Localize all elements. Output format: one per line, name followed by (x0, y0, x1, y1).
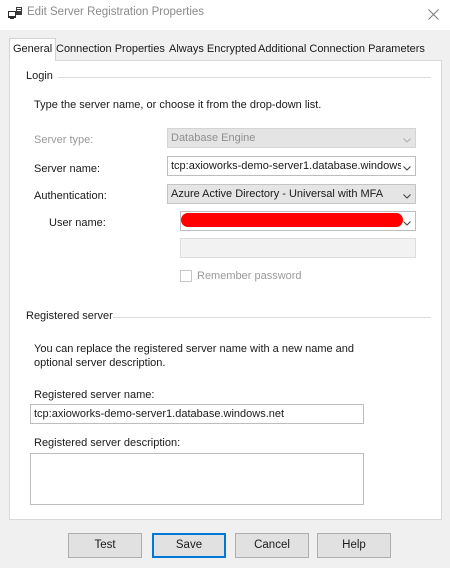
registered-group-title: Registered server (26, 310, 113, 322)
server-type-label: Server type: (34, 134, 94, 146)
chevron-down-icon (402, 133, 412, 143)
tab-always-encrypted[interactable]: Always Encrypted (168, 40, 257, 60)
tab-general[interactable]: General (9, 38, 57, 61)
server-type-combo[interactable]: Database Engine (167, 128, 416, 148)
login-instructions: Type the server name, or choose it from … (34, 99, 322, 111)
title-bar: Edit Server Registration Properties (0, 0, 450, 30)
tab-additional-connection-parameters[interactable]: Additional Connection Parameters (257, 40, 426, 60)
server-name-value: tcp:axioworks-demo-server1.database.wind… (171, 160, 401, 172)
chevron-down-icon (402, 161, 412, 171)
registered-description-input[interactable] (30, 453, 364, 505)
user-name-label: User name: (49, 217, 106, 229)
test-button[interactable]: Test (68, 533, 142, 558)
redacted-user-name (181, 213, 403, 227)
registered-group-divider (113, 317, 431, 318)
server-name-combo[interactable]: tcp:axioworks-demo-server1.database.wind… (167, 156, 416, 176)
server-type-value: Database Engine (171, 132, 256, 144)
registered-instructions-line2: optional server description. (34, 357, 166, 369)
remember-password-label: Remember password (197, 270, 302, 282)
save-button[interactable]: Save (152, 533, 226, 558)
cancel-button[interactable]: Cancel (235, 533, 309, 558)
chevron-down-icon (402, 189, 412, 199)
registered-name-input[interactable]: tcp:axioworks-demo-server1.database.wind… (30, 404, 364, 424)
authentication-label: Authentication: (34, 190, 107, 202)
server-name-label: Server name: (34, 163, 101, 175)
chevron-down-icon (402, 216, 412, 226)
registered-instructions-line1: You can replace the registered server na… (34, 343, 355, 355)
registered-name-label: Registered server name: (34, 389, 155, 401)
tab-connection-properties[interactable]: Connection Properties (55, 40, 166, 60)
password-field[interactable] (180, 238, 416, 258)
close-icon (427, 8, 439, 20)
close-button[interactable] (419, 1, 447, 27)
login-group-divider (58, 77, 431, 78)
login-group-title: Login (26, 70, 53, 82)
authentication-combo[interactable]: Azure Active Directory - Universal with … (167, 184, 416, 204)
registered-description-label: Registered server description: (34, 437, 181, 449)
remember-password-checkbox[interactable] (180, 270, 192, 282)
help-button[interactable]: Help (317, 533, 391, 558)
server-registration-icon (7, 6, 23, 20)
window-title: Edit Server Registration Properties (27, 6, 205, 18)
authentication-value: Azure Active Directory - Universal with … (171, 188, 384, 200)
